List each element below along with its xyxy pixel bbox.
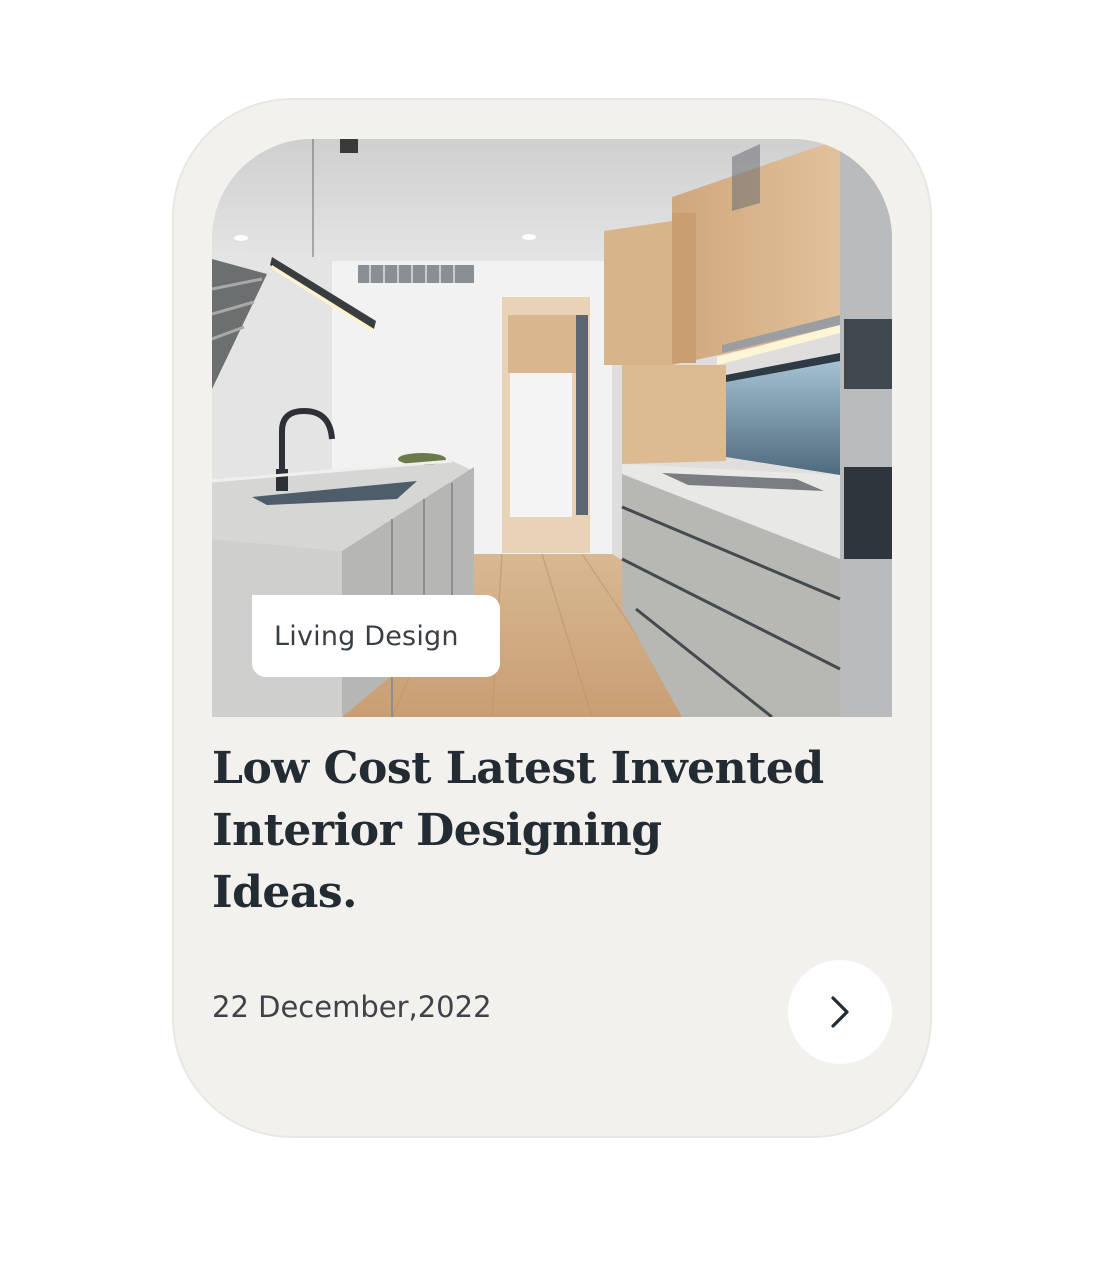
category-tag[interactable]: Living Design: [252, 595, 500, 677]
post-title[interactable]: Low Cost Latest Invented Interior Design…: [212, 738, 852, 924]
post-title-line: Interior Designing: [212, 805, 662, 856]
post-date: 22 December,2022: [212, 990, 492, 1024]
category-tag-label: Living Design: [274, 620, 459, 652]
chevron-right-icon: [831, 996, 849, 1028]
read-more-button[interactable]: [788, 960, 892, 1064]
post-title-line: Low Cost Latest Invented: [212, 743, 824, 794]
post-title-line: Ideas.: [212, 867, 357, 918]
